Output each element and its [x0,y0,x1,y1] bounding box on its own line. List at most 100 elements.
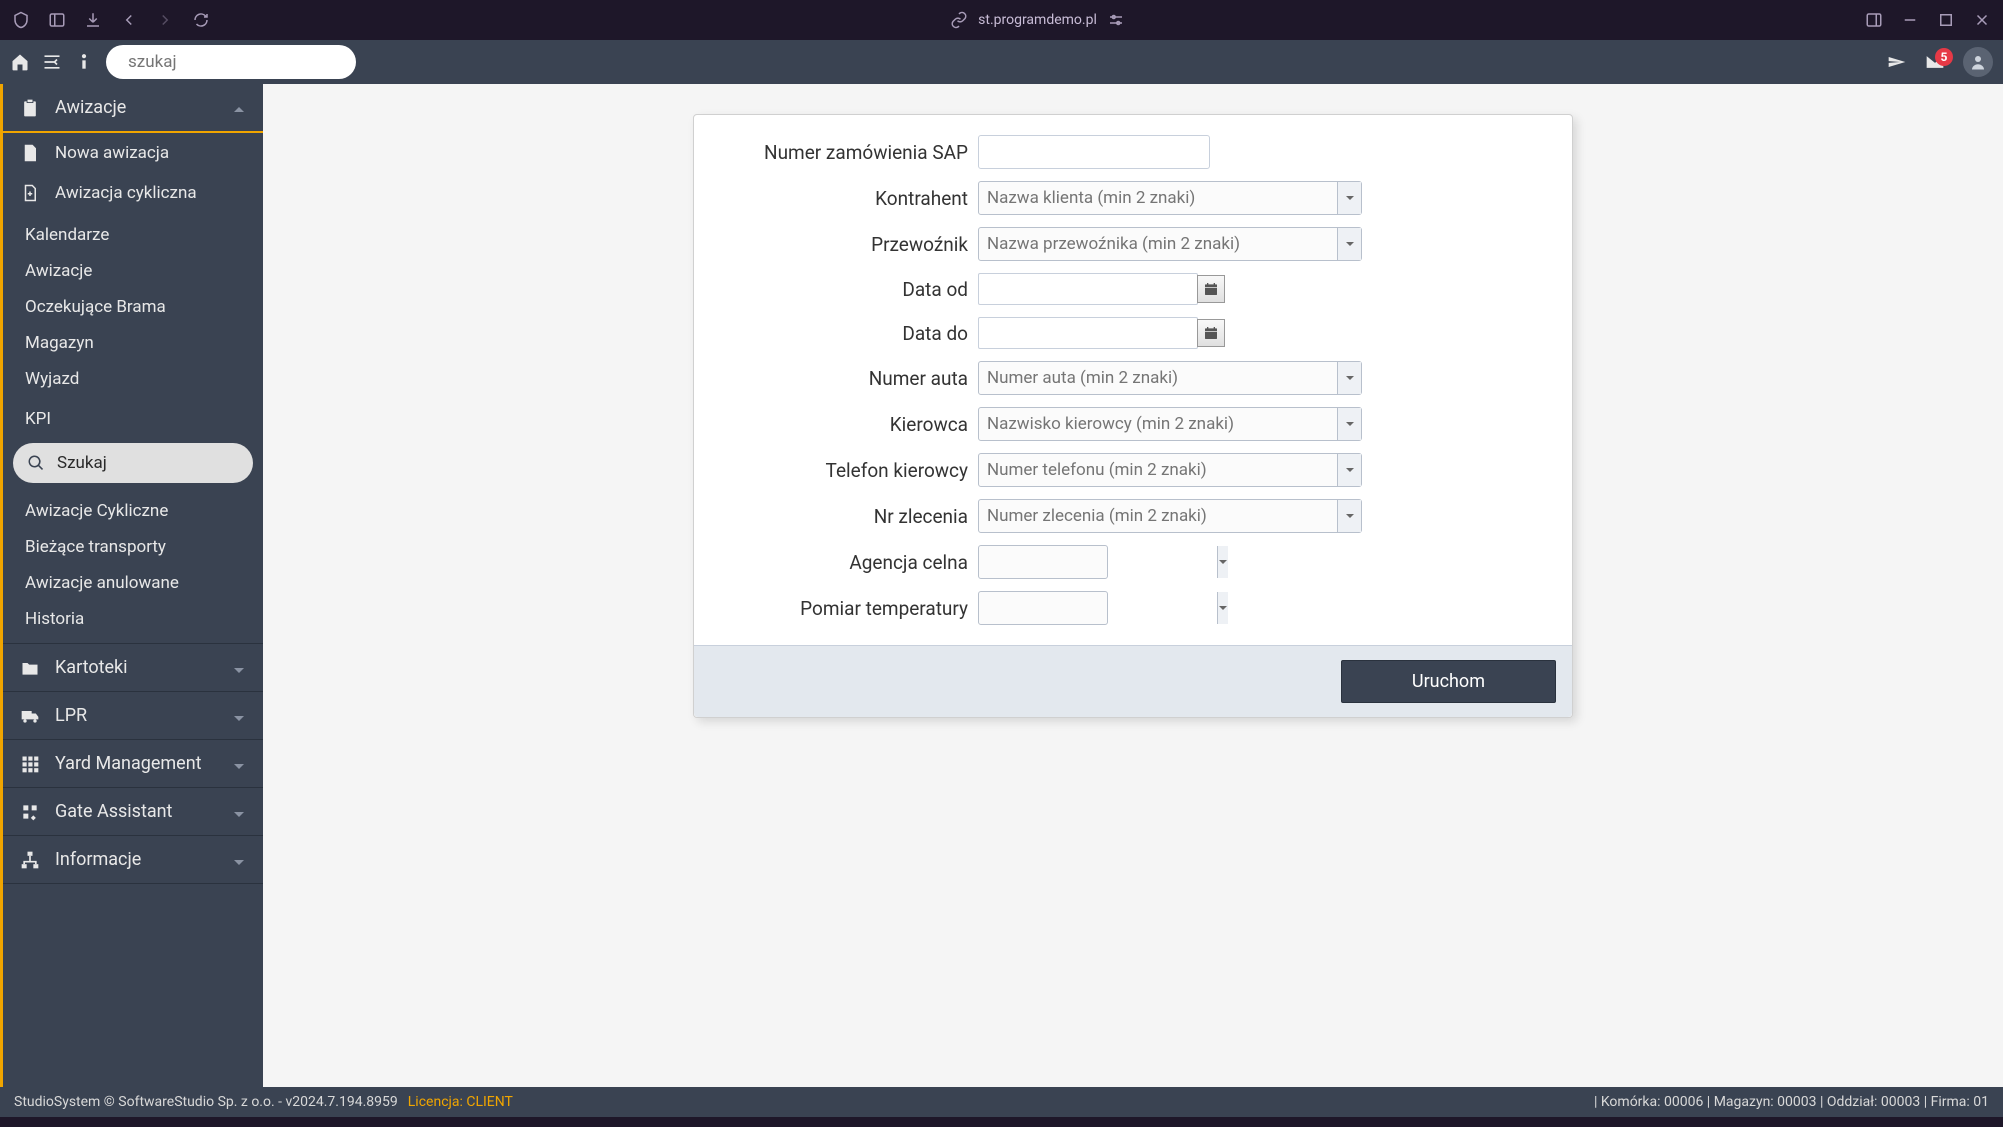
search-form: Numer zamówienia SAP Kontrahent Przewoźn… [693,114,1573,718]
search-icon [27,454,45,472]
sidebar-item-awizacja-cykliczna[interactable]: Awizacja cykliczna [3,173,263,213]
close-icon[interactable] [1973,11,1991,29]
panel-icon[interactable] [1865,11,1883,29]
combo-numer-auta[interactable] [978,361,1362,395]
combo-pomiar[interactable] [978,591,1108,625]
combo-przewoznik[interactable] [978,227,1362,261]
dropdown-toggle[interactable] [1337,228,1361,260]
file-plus-icon [19,184,41,202]
chevron-down-icon [233,709,247,723]
sidebar-section-label: Gate Assistant [55,801,219,822]
sidebar-section-gate[interactable]: Gate Assistant [3,788,263,836]
user-icon [1969,53,1987,71]
sidebar-item-historia[interactable]: Historia [3,601,263,637]
plane-icon[interactable] [1887,52,1907,72]
dropdown-toggle[interactable] [1217,546,1228,578]
input-pomiar[interactable] [979,598,1217,618]
label-sap: Numer zamówienia SAP [718,141,978,164]
sidebar-item-label: Szukaj [57,453,107,473]
input-data-do[interactable] [978,317,1198,349]
info-icon[interactable] [74,52,94,72]
url-text[interactable]: st.programdemo.pl [978,12,1097,28]
sidebar-item-awizacje[interactable]: Awizacje [3,253,263,289]
back-icon[interactable] [120,11,138,29]
chevron-down-icon [233,757,247,771]
dropdown-toggle[interactable] [1337,408,1361,440]
combo-kontrahent[interactable] [978,181,1362,215]
combo-telefon[interactable] [978,453,1362,487]
status-version: StudioSystem © SoftwareStudio Sp. z o.o.… [14,1094,398,1110]
chevron-down-icon [233,805,247,819]
calendar-button[interactable] [1197,275,1225,303]
sidebar-item-magazyn[interactable]: Magazyn [3,325,263,361]
sidebar-section-lpr[interactable]: LPR [3,692,263,740]
sidebar-section-label: LPR [55,705,219,726]
mail-icon[interactable]: 5 [1925,52,1945,72]
link-icon [950,11,968,29]
sidebar-section-yard[interactable]: Yard Management [3,740,263,788]
label-telefon: Telefon kierowcy [718,459,978,482]
calendar-button[interactable] [1197,319,1225,347]
sidebar-item-biezace[interactable]: Bieżące transporty [3,529,263,565]
sidebar-section-kartoteki[interactable]: Kartoteki [3,644,263,692]
dropdown-toggle[interactable] [1217,592,1228,624]
home-icon[interactable] [10,52,30,72]
dropdown-toggle[interactable] [1337,500,1361,532]
sidebar-item-anulowane[interactable]: Awizacje anulowane [3,565,263,601]
label-nr-zlecenia: Nr zlecenia [718,505,978,528]
dropdown-toggle[interactable] [1337,454,1361,486]
sidebar-section-label: Awizacje [55,97,219,118]
sidebar-item-oczekujace[interactable]: Oczekujące Brama [3,289,263,325]
header-search[interactable] [106,45,356,79]
file-icon [19,144,41,162]
avatar[interactable] [1963,47,1993,77]
settings-icon[interactable] [1107,11,1125,29]
label-data-do: Data do [718,322,978,345]
sidebar-section-info[interactable]: Informacje [3,836,263,884]
combo-kierowca[interactable] [978,407,1362,441]
status-right: | Komórka: 00006 | Magazyn: 00003 | Oddz… [1594,1094,1989,1110]
maximize-icon[interactable] [1937,11,1955,29]
sidebar-item-kalendarze[interactable]: Kalendarze [3,217,263,253]
input-przewoznik[interactable] [979,234,1337,254]
combo-agencja[interactable] [978,545,1108,579]
dropdown-toggle[interactable] [1337,362,1361,394]
sidebar-item-szukaj[interactable]: Szukaj [13,443,253,483]
minimize-icon[interactable] [1901,11,1919,29]
gate-icon [19,802,41,822]
run-button[interactable]: Uruchom [1341,660,1556,703]
sidebar-section-awizacje[interactable]: Awizacje [3,84,263,133]
sidebar-toggle-icon[interactable] [48,11,66,29]
label-kontrahent: Kontrahent [718,187,978,210]
sidebar-item-kpi[interactable]: KPI [3,401,263,437]
sidebar: Awizacje Nowa awizacja Awizacja cykliczn… [0,84,263,1087]
search-input[interactable] [128,52,350,72]
input-data-od[interactable] [978,273,1198,305]
label-przewoznik: Przewoźnik [718,233,978,256]
input-kontrahent[interactable] [979,188,1337,208]
forward-icon[interactable] [156,11,174,29]
sidebar-section-label: Yard Management [55,753,219,774]
bottom-shelf [0,1117,2003,1127]
input-sap[interactable] [978,135,1210,169]
shield-icon[interactable] [12,11,30,29]
sidebar-item-wyjazd[interactable]: Wyjazd [3,361,263,397]
input-agencja[interactable] [979,552,1217,572]
folder-icon [19,658,41,678]
statusbar: StudioSystem © SoftwareStudio Sp. z o.o.… [0,1087,2003,1117]
collapse-icon[interactable] [42,52,62,72]
input-kierowca[interactable] [979,414,1337,434]
sidebar-section-label: Informacje [55,849,219,870]
dropdown-toggle[interactable] [1337,182,1361,214]
sidebar-item-nowa-awizacja[interactable]: Nowa awizacja [3,133,263,173]
content-area: Numer zamówienia SAP Kontrahent Przewoźn… [263,84,2003,1087]
status-license: Licencja: CLIENT [408,1094,513,1110]
chevron-down-icon [233,853,247,867]
input-telefon[interactable] [979,460,1337,480]
input-nr-zlecenia[interactable] [979,506,1337,526]
download-icon[interactable] [84,11,102,29]
combo-nr-zlecenia[interactable] [978,499,1362,533]
input-numer-auta[interactable] [979,368,1337,388]
reload-icon[interactable] [192,11,210,29]
sidebar-item-awizacje-cykliczne[interactable]: Awizacje Cykliczne [3,493,263,529]
